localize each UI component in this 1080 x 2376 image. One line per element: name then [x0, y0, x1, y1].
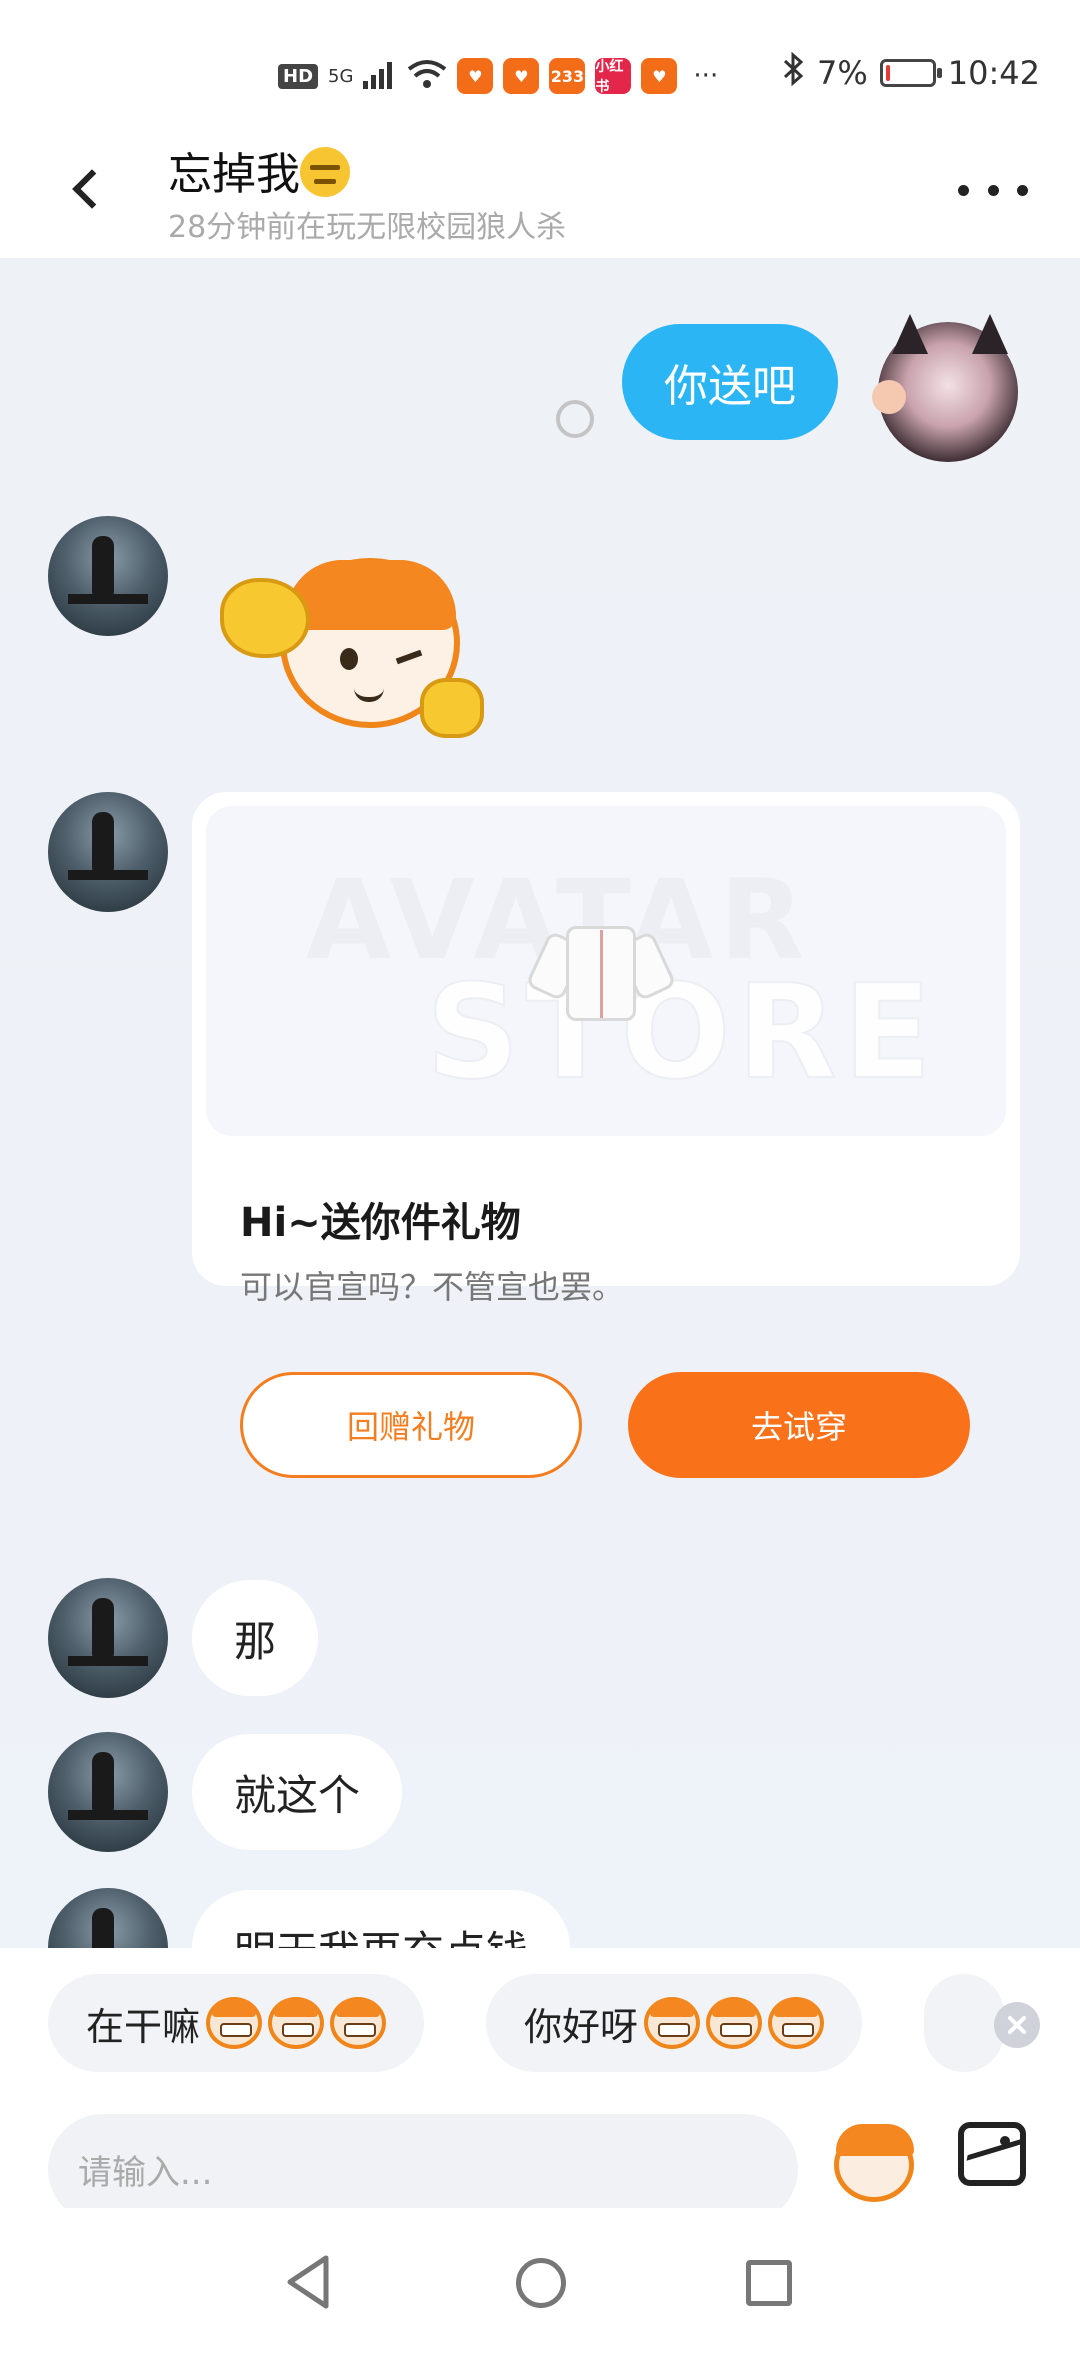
- mascot-wave-icon: [644, 1997, 701, 2049]
- jacket-icon: [525, 916, 677, 1026]
- app-notification-icon: ♥: [641, 58, 678, 94]
- app-233-icon: 233: [549, 58, 586, 94]
- ok-sticker-message[interactable]: [220, 538, 484, 748]
- battery-icon: [879, 59, 942, 87]
- composer: 在干嘛 你好呀 请输入...: [0, 1948, 1080, 2224]
- contact-message-bubble[interactable]: 那: [192, 1580, 319, 1696]
- nav-recents-icon[interactable]: [746, 2260, 792, 2306]
- mascot-grin-icon: [330, 1997, 387, 2049]
- chat-header: 忘掉我 28分钟前在玩无限校园狼人杀: [0, 130, 1080, 258]
- gift-card[interactable]: AVATAR STORE Hi~送你件礼物 可以官宣吗？不管宣也罢。 回赠礼物 …: [192, 792, 1020, 1478]
- chat-area[interactable]: 你送吧 AVATAR STORE Hi~送你件礼物 可以官宣吗？不管宣也罢。 回…: [0, 258, 1080, 1948]
- clock: 10:42: [947, 54, 1040, 92]
- gift-description: 可以官宣吗？不管宣也罢。: [240, 1268, 625, 1306]
- mascot-grin-icon: [268, 1997, 325, 2049]
- status-icons: HD 5G ♥ ♥ 233 小红书 ♥ ···: [278, 56, 718, 96]
- close-quick-replies-icon[interactable]: [994, 2002, 1040, 2048]
- read-status-indicator: [556, 400, 594, 438]
- quick-reply-chip[interactable]: 在干嘛: [48, 1974, 425, 2072]
- expressionless-emoji-icon: [300, 147, 350, 197]
- try-on-button[interactable]: 去试穿: [628, 1372, 970, 1478]
- chevron-left-icon: [72, 169, 112, 209]
- contact-avatar[interactable]: [48, 1888, 168, 1948]
- quick-reply-label: 在干嘛: [86, 2004, 201, 2049]
- sticker-button[interactable]: [830, 2116, 920, 2206]
- mascot-grin-icon: [206, 1997, 263, 2049]
- gift-preview-image[interactable]: AVATAR STORE: [206, 806, 1006, 1136]
- my-avatar[interactable]: [872, 314, 1018, 462]
- signal-icon: [363, 59, 397, 93]
- contact-name-text: 忘掉我: [168, 149, 300, 200]
- network-label: 5G: [328, 65, 354, 87]
- xiaohongshu-icon: 小红书: [595, 58, 632, 95]
- status-bar: HD 5G ♥ ♥ 233 小红书 ♥ ··· 7% 10:42: [0, 0, 1080, 130]
- quick-replies: 在干嘛 你好呀: [48, 1974, 1080, 2072]
- app-notification-icon: ♥: [503, 58, 540, 94]
- battery-percent: 7%: [817, 54, 868, 92]
- quick-reply-chip[interactable]: 你好呀: [486, 1974, 863, 2072]
- image-picker-icon[interactable]: [958, 2122, 1026, 2186]
- more-notifications-icon: ···: [693, 61, 719, 91]
- gift-title: Hi~送你件礼物: [240, 1200, 521, 1246]
- contact-avatar[interactable]: [48, 516, 168, 636]
- contact-message-bubble[interactable]: 就这个: [192, 1734, 403, 1850]
- contact-name[interactable]: 忘掉我: [168, 138, 350, 202]
- mascot-wave-icon: [768, 1997, 825, 2049]
- status-right: 7% 10:42: [781, 51, 1040, 94]
- quick-reply-label: 你好呀: [524, 2004, 639, 2049]
- mascot-wave-icon: [706, 1997, 763, 2049]
- contact-status: 28分钟前在玩无限校园狼人杀: [168, 210, 567, 245]
- contact-message-bubble[interactable]: 明天我再充点钱: [192, 1890, 571, 1948]
- store-watermark: STORE: [425, 955, 938, 1109]
- my-message-bubble[interactable]: 你送吧: [622, 324, 838, 440]
- more-options-button[interactable]: [958, 170, 1028, 210]
- app-notification-icon: ♥: [457, 58, 494, 94]
- hd-icon: HD: [278, 63, 319, 89]
- back-button[interactable]: [52, 154, 122, 224]
- nav-home-icon[interactable]: [516, 2258, 566, 2308]
- contact-avatar[interactable]: [48, 792, 168, 912]
- bluetooth-icon: [781, 51, 805, 94]
- wifi-icon: [407, 59, 447, 93]
- return-gift-button[interactable]: 回赠礼物: [240, 1372, 582, 1478]
- contact-avatar[interactable]: [48, 1578, 168, 1698]
- system-nav-bar: [0, 2208, 1080, 2376]
- nav-back-icon[interactable]: [284, 2254, 334, 2310]
- contact-avatar[interactable]: [48, 1732, 168, 1852]
- quick-reply-chip[interactable]: [924, 1974, 1004, 2072]
